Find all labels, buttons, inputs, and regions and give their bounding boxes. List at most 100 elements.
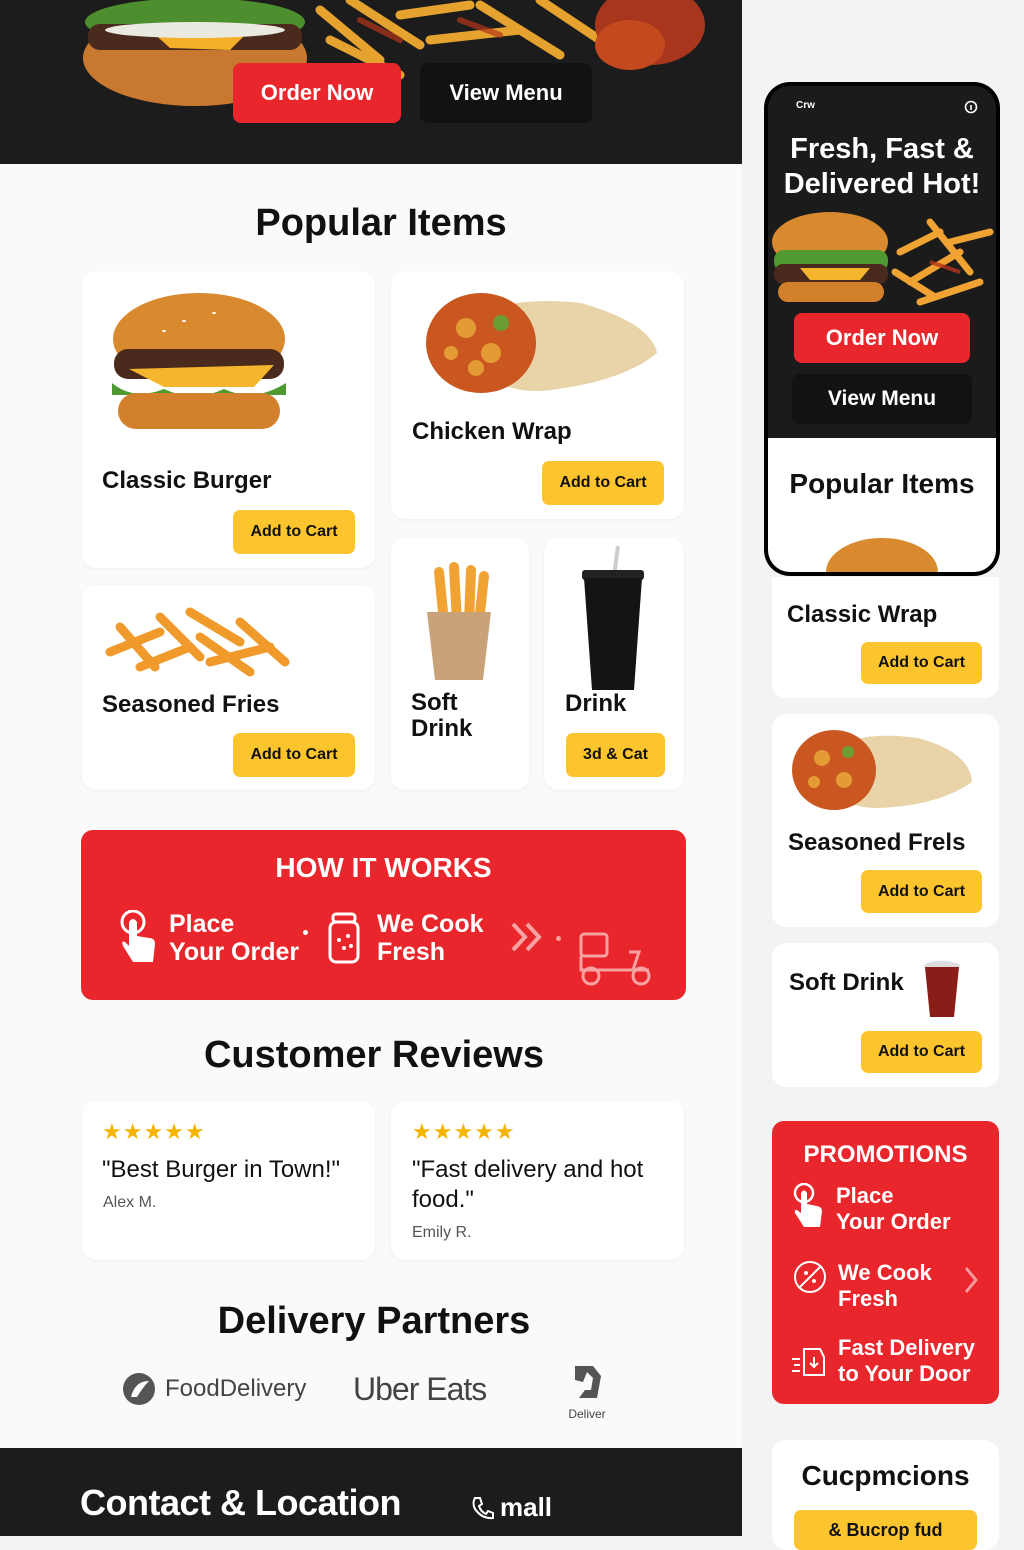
fries-image: [105, 607, 290, 677]
step-separator: [303, 930, 308, 935]
step-line: Place: [169, 910, 235, 938]
fast-delivery-icon: [792, 1348, 825, 1376]
customer-reviews-title: Customer Reviews: [203, 1034, 544, 1076]
delivery-scooter-icon: [579, 932, 651, 986]
promo-line: Place: [836, 1183, 894, 1208]
cooking-pot-icon: [328, 912, 360, 964]
step-line: Fresh: [377, 938, 446, 966]
review-card: ★★★★★ "Fast delivery and hot food." Emil…: [391, 1101, 684, 1260]
partner-name: Deliver: [568, 1407, 606, 1421]
promo-line: to Your Door: [838, 1361, 971, 1386]
drink-cup-image: [582, 545, 644, 690]
item-name: Classic Wrap: [787, 601, 938, 628]
add-to-cart-button[interactable]: Add to Cart: [861, 870, 982, 913]
partner-deliver[interactable]: Deliver: [556, 1362, 618, 1421]
item-name: Seasoned Fries: [102, 691, 280, 718]
item-name-line: Soft: [411, 689, 458, 716]
item-name: Seasoned Frels: [788, 829, 966, 856]
item-name-line: Drink: [411, 715, 473, 742]
deliver-logo-icon: [575, 1366, 601, 1398]
contact-link-label: mall: [500, 1492, 553, 1522]
step-line: Your Order: [169, 938, 300, 966]
add-to-cart-button[interactable]: Add to Cart: [542, 461, 664, 505]
sidebar-card-soft-drink: Soft Drink Add to Cart: [772, 943, 999, 1087]
chevron-double-right-icon: [511, 922, 542, 952]
item-name: Chicken Wrap: [412, 418, 572, 445]
review-text: "Fast delivery and hot food.": [412, 1155, 643, 1215]
promo-line: Your Order: [836, 1209, 951, 1234]
step-place-order: Place Your Order: [169, 910, 299, 966]
chevron-right-icon[interactable]: [962, 1265, 980, 1295]
coupons-title: Cucpmcions: [801, 1460, 970, 1491]
review-text-line: "Fast delivery and hot: [412, 1156, 644, 1183]
add-to-cart-button[interactable]: Add to Cart: [233, 733, 355, 777]
info-icon: [964, 100, 978, 114]
menu-card-chicken-wrap: Chicken Wrap Add to Cart: [391, 271, 684, 519]
phone-popular-title: Popular Items: [789, 468, 975, 499]
phone-mockup: Crw Fresh, Fast & Delivered Hot! Order N…: [764, 82, 1000, 576]
phone-view-menu-button[interactable]: View Menu: [792, 374, 972, 424]
promo-fast-delivery: Fast Delivery to Your Door: [838, 1335, 975, 1387]
headline-line: Fresh, Fast &: [790, 133, 974, 165]
rating-stars: ★★★★★: [412, 1119, 516, 1144]
fries-box-image: [427, 562, 491, 680]
delivery-partners-title: Delivery Partners: [217, 1300, 531, 1342]
soda-cup-image: [924, 961, 960, 1017]
phone-headline: Fresh, Fast & Delivered Hot!: [768, 132, 996, 202]
hand-pointer-icon: [793, 1183, 822, 1227]
status-bar-label: Crw: [796, 100, 815, 111]
item-name: Classic Burger: [102, 467, 272, 494]
partner-fooddelivery[interactable]: FoodDelivery: [121, 1371, 306, 1407]
menu-card-seasoned-fries: Seasoned Fries Add to Cart: [82, 585, 375, 790]
wrap-image: [426, 293, 657, 393]
order-now-button[interactable]: Order Now: [233, 63, 401, 123]
rating-stars: ★★★★★: [102, 1119, 206, 1144]
phone-burger-image: [826, 538, 938, 572]
review-text: "Best Burger in Town!": [102, 1156, 341, 1183]
wrap-image: [792, 730, 972, 810]
popular-items-title: Popular Items: [255, 202, 507, 244]
main-page: Order Now View Menu Popular Items Classi…: [0, 0, 742, 1536]
step-separator: [556, 936, 561, 941]
promo-place-order: Place Your Order: [836, 1183, 951, 1235]
sidebar-card-seasoned-frels: Seasoned Frels Add to Cart: [772, 714, 999, 927]
promo-line: We Cook: [838, 1260, 932, 1285]
hero-banner: Order Now View Menu: [0, 0, 742, 164]
phone-hero-food-image: [772, 212, 994, 306]
promotions-title: PROMOTIONS: [803, 1141, 968, 1168]
step-line: We Cook: [377, 910, 484, 938]
view-menu-button[interactable]: View Menu: [420, 63, 592, 123]
sidebar-coupons-card: Cucpmcions & Bucrop fud: [772, 1440, 999, 1550]
add-to-cart-button[interactable]: Add to Cart: [861, 642, 982, 684]
add-to-cart-button[interactable]: Add to Cart: [861, 1031, 982, 1073]
item-name: Soft Drink: [789, 969, 904, 996]
add-to-cart-button[interactable]: Add to Cart: [233, 510, 355, 554]
partner-name: FoodDelivery: [165, 1375, 307, 1402]
how-it-works-title: HOW IT WORKS: [275, 852, 492, 883]
promotions-panel: PROMOTIONS Place Your Order We Cook Fres…: [772, 1121, 999, 1404]
review-text-line: food.": [412, 1186, 474, 1213]
promo-we-cook: We Cook Fresh: [838, 1260, 932, 1312]
add-to-cart-button[interactable]: 3d & Cat: [566, 733, 665, 777]
step-we-cook: We Cook Fresh: [377, 910, 484, 966]
hand-pointer-icon: [120, 910, 155, 962]
menu-card-classic-burger: Classic Burger Add to Cart: [82, 271, 375, 568]
phone-order-now-button[interactable]: Order Now: [794, 313, 970, 363]
sidebar-card-classic-wrap: Classic Wrap Add to Cart: [772, 577, 999, 698]
contact-location-title: Contact & Location: [80, 1482, 402, 1523]
phone-hero: Crw Fresh, Fast & Delivered Hot! Order N…: [768, 86, 996, 438]
how-it-works-banner: HOW IT WORKS Place Your Order We Cook Fr…: [81, 830, 686, 1000]
partner-uber-eats[interactable]: Uber Eats: [353, 1371, 487, 1408]
phone-icon: [472, 1496, 494, 1519]
coupon-button[interactable]: & Bucrop fud: [794, 1510, 977, 1550]
item-name: Drink: [565, 690, 627, 717]
headline-line: Delivered Hot!: [783, 168, 981, 200]
menu-card-drink: Drink 3d & Cat: [544, 538, 684, 790]
burger-image: [112, 293, 286, 429]
pizza-icon: [794, 1261, 826, 1293]
review-author: Emily R.: [412, 1224, 472, 1241]
promo-line: Fresh: [838, 1286, 898, 1311]
footer: Contact & Location mall: [0, 1448, 742, 1536]
contact-link[interactable]: mall: [470, 1492, 552, 1523]
phone-popular-section: Popular Items: [768, 438, 996, 572]
